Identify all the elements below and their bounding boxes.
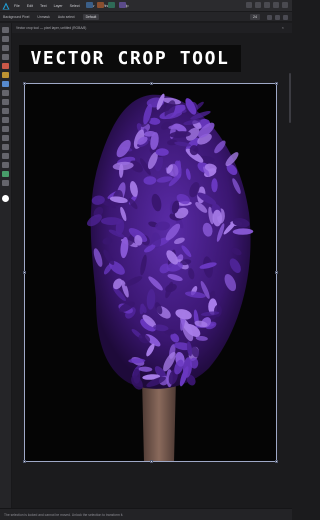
- layer-name-label: Background Pixel: [3, 14, 30, 19]
- transparency-tool-icon[interactable]: [2, 108, 9, 114]
- eyedropper-icon[interactable]: [2, 180, 9, 186]
- help-icon[interactable]: [282, 2, 288, 8]
- arrange-icon[interactable]: [264, 2, 270, 8]
- menu-item-edit[interactable]: Edit: [27, 4, 33, 8]
- brush-tool-icon[interactable]: [2, 72, 9, 78]
- color-picker-icon[interactable]: [2, 171, 9, 177]
- snapping-icon[interactable]: [246, 2, 252, 8]
- document-tab-title: Vector crop tool — pixel layer, untitled…: [16, 26, 87, 30]
- app-logo-icon: [2, 2, 10, 9]
- vertical-scrollbar[interactable]: [289, 73, 291, 123]
- artboard-tool-icon[interactable]: [2, 36, 9, 42]
- fill-color-swatch[interactable]: [2, 195, 9, 202]
- close-tab-icon[interactable]: ×: [282, 25, 284, 30]
- reset-icon[interactable]: [275, 15, 280, 20]
- photo-persona-icon[interactable]: [86, 2, 93, 8]
- vector-crop-frame[interactable]: [23, 82, 278, 463]
- crop-handle-bottom-right[interactable]: [275, 460, 278, 463]
- menu-item-file[interactable]: File: [14, 4, 20, 8]
- table-tool-icon[interactable]: [2, 153, 9, 159]
- crop-handle-left[interactable]: [23, 271, 26, 274]
- mode-label[interactable]: Unmask: [37, 15, 49, 19]
- move-tool-icon[interactable]: [2, 27, 9, 33]
- place-image-icon[interactable]: [2, 162, 9, 168]
- preset-dropdown[interactable]: Default: [82, 13, 100, 20]
- ellipse-tool-icon[interactable]: [2, 126, 9, 132]
- vector-crop-tool-icon[interactable]: [2, 81, 9, 87]
- status-text: The selection is locked and cannot be mo…: [4, 512, 124, 517]
- options-icon[interactable]: [283, 15, 288, 20]
- rectangle-tool-icon[interactable]: [2, 117, 9, 123]
- menu-item-layer[interactable]: Layer: [54, 4, 63, 8]
- tools-panel: [0, 23, 12, 508]
- document-tab[interactable]: Vector crop tool — pixel layer, untitled…: [12, 23, 292, 33]
- toolbar-right-icons: [246, 2, 288, 8]
- assistant-icon[interactable]: [255, 2, 261, 8]
- persona-switcher: [86, 2, 126, 8]
- menu-item-select[interactable]: Select: [70, 4, 80, 8]
- view-tool-icon[interactable]: [2, 45, 9, 51]
- zoom-field[interactable]: 24: [250, 14, 260, 20]
- export-persona-icon[interactable]: [119, 2, 126, 8]
- liquify-persona-icon[interactable]: [97, 2, 104, 8]
- menu-item-text[interactable]: Text: [40, 4, 47, 8]
- zoom-tool-icon[interactable]: [2, 54, 9, 60]
- shape-tool-icon[interactable]: [2, 135, 9, 141]
- ratio-label[interactable]: Auto select: [58, 15, 75, 19]
- gradient-tool-icon[interactable]: [2, 99, 9, 105]
- text-tool-icon[interactable]: [2, 144, 9, 150]
- crop-handle-top-left[interactable]: [23, 82, 26, 85]
- crop-handle-bottom-left[interactable]: [23, 460, 26, 463]
- develop-persona-icon[interactable]: [108, 2, 115, 8]
- crop-handle-top[interactable]: [150, 82, 153, 85]
- crop-handle-right[interactable]: [275, 271, 278, 274]
- menu-bar: FileEditTextLayerSelectViewWindowHelp: [0, 0, 292, 11]
- context-actions: [267, 15, 288, 20]
- status-bar: The selection is locked and cannot be mo…: [0, 508, 292, 520]
- title-overlay: VECTOR CROP TOOL: [19, 45, 241, 72]
- apply-icon[interactable]: [267, 15, 272, 20]
- crop-handle-bottom[interactable]: [150, 460, 153, 463]
- crop-handle-top-right[interactable]: [275, 82, 278, 85]
- view-mode-icon[interactable]: [273, 2, 279, 8]
- context-toolbar: Background Pixel Unmask Auto select Defa…: [0, 11, 292, 22]
- fill-tool-icon[interactable]: [2, 90, 9, 96]
- pen-tool-icon[interactable]: [2, 63, 9, 69]
